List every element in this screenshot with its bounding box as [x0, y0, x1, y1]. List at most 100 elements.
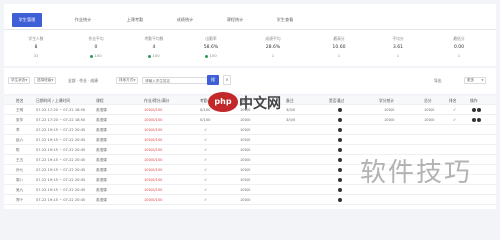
row-name: 郑十: [16, 198, 24, 202]
row-time: 07-22 19:15 ~ 07-22 20:45: [36, 198, 86, 202]
row-time: 07-22 19:15 ~ 07-22 20:45: [36, 128, 86, 132]
table-row[interactable]: 张华 07-22 17:20 ~ 07-22 18:50 英语课 100/0/1…: [4, 115, 496, 125]
row-time: 07-22 19:15 ~ 07-22 20:45: [36, 168, 86, 172]
stat-label: 作业平均: [88, 36, 104, 41]
type-filter[interactable]: 全部 · 作业 · 成绩: [68, 77, 98, 84]
search-input[interactable]: [142, 77, 208, 84]
row-grade: 100/0: [240, 158, 251, 162]
stat-sub-value: 100: [209, 53, 217, 58]
stat-value: 0.00: [453, 45, 465, 50]
stat-card: 出勤率 58.6% 100: [186, 36, 236, 58]
row-score: 100/0/100: [144, 168, 163, 172]
stat-label: 最低分: [453, 36, 465, 41]
row-actions: [472, 115, 482, 125]
more-select[interactable]: 更多 ▼: [464, 77, 486, 84]
stat-sub: 1: [271, 53, 275, 58]
stat-value: 10.60: [332, 45, 346, 50]
php-logo: php: [208, 92, 238, 112]
tab-courses[interactable]: 课程统计: [220, 13, 250, 27]
tab-homework[interactable]: 作业统计: [68, 13, 98, 27]
row-name: 王明: [16, 108, 24, 112]
row-time: 07-22 19:15 ~ 07-22 20:45: [36, 138, 86, 142]
row-name: 陈: [16, 148, 20, 152]
stat-sub: 31: [33, 53, 39, 58]
class-select[interactable]: 选择班级 ▼: [34, 77, 56, 84]
delete-icon[interactable]: [477, 108, 482, 112]
stat-label: 考勤平均数: [144, 36, 164, 41]
stat-sub: 100: [129, 53, 179, 58]
stat-card: 作业平均 0 100: [71, 36, 121, 58]
row-name: 李: [16, 128, 20, 132]
row-pass: [338, 195, 342, 205]
stat-value: 3.61: [392, 45, 404, 50]
col-actions: 操作: [470, 98, 478, 103]
edit-icon[interactable]: [472, 118, 476, 122]
edit-icon[interactable]: [472, 108, 476, 112]
row-actions: [472, 105, 482, 115]
row-time: 07-22 19:15 ~ 07-22 20:45: [36, 178, 86, 182]
check-circle-icon: [338, 128, 342, 132]
row-time: 07-22 17:20 ~ 07-22 18:50: [36, 108, 86, 112]
col-score: 作业/得分/满分: [144, 98, 170, 103]
status-select[interactable]: 学生状态 ▼: [8, 77, 30, 84]
table-row[interactable]: 李 07-22 19:15 ~ 07-22 20:45 英语课 100/0/10…: [4, 125, 496, 135]
row-credits: 100/0: [384, 118, 395, 122]
col-time: 日期时间 / 上课时间: [36, 98, 71, 103]
row-course: 英语课: [96, 128, 107, 132]
table-row[interactable]: 郑十 07-22 19:15 ~ 07-22 20:45 英语课 100/0/1…: [4, 195, 496, 205]
row-attendance-check: ✓: [204, 137, 208, 142]
tab-attendance[interactable]: 上课考勤: [120, 13, 150, 27]
row-score: 100/0/100: [144, 148, 163, 152]
row-course: 英语课: [96, 108, 107, 112]
row-time: 07-22 19:15 ~ 07-22 20:45: [36, 148, 86, 152]
stat-sub-value: 100: [94, 53, 102, 58]
row-score: 100/0/100: [144, 118, 163, 122]
row-total: 100/0: [424, 118, 435, 122]
tab-view[interactable]: 学生查看: [270, 13, 300, 27]
row-attendance-check: ✓: [204, 157, 208, 162]
reset-button[interactable]: ×: [223, 75, 231, 85]
more-select-value: 更多: [467, 78, 475, 82]
row-score: 100/0/100: [144, 158, 163, 162]
row-name: 王五: [16, 158, 24, 162]
stat-sub-value: 100: [152, 53, 160, 58]
tab-bar: 学生管理 作业统计 上课考勤 成绩统计 课程统计 学生查看: [4, 4, 496, 30]
tab-grades[interactable]: 成绩统计: [170, 13, 200, 27]
stat-label: 出勤率: [205, 36, 217, 41]
row-attendance: 0/100: [200, 118, 211, 122]
delete-icon[interactable]: [477, 118, 482, 122]
col-course: 课程: [96, 98, 104, 103]
stat-label: 学生人数: [28, 36, 44, 41]
row-name: 孙七: [16, 168, 24, 172]
stat-sub: 1: [457, 53, 461, 58]
row-score: 100/0/100: [144, 128, 163, 132]
site-watermark: 软件技巧: [360, 158, 473, 188]
row-score: 100/0/100: [144, 138, 163, 142]
row-grade: 100/0: [240, 128, 251, 132]
check-circle-icon: [338, 118, 342, 122]
stat-card: 最高分 10.60 1: [314, 36, 364, 58]
row-credits: 100/0: [384, 108, 395, 112]
check-circle-icon: [338, 148, 342, 152]
sort-select[interactable]: 排序方式 ▼: [116, 77, 138, 84]
row-grade: 100/0: [240, 168, 251, 172]
table-row[interactable]: 赵六 07-22 19:15 ~ 07-22 20:45 英语课 100/0/1…: [4, 135, 496, 145]
export-button[interactable]: 导出: [434, 77, 442, 84]
row-pass: [338, 125, 342, 135]
stat-label: 平均分: [392, 36, 404, 41]
tab-students[interactable]: 学生管理: [12, 13, 42, 27]
row-time: 07-22 17:20 ~ 07-22 18:50: [36, 118, 86, 122]
search-button[interactable]: 搜: [207, 75, 219, 85]
stat-card: 平均分 3.61 1: [373, 36, 423, 58]
stat-label: 成绩平均: [265, 36, 281, 41]
row-pass: [338, 115, 342, 125]
col-note: 备注: [286, 98, 294, 103]
stat-value: 28.6%: [265, 45, 281, 50]
row-course: 英语课: [96, 148, 107, 152]
stat-value: 0: [94, 45, 98, 50]
row-grade: 100/0: [240, 188, 251, 192]
stat-label: 最高分: [333, 36, 345, 41]
row-grade: 100/0: [240, 138, 251, 142]
row-grade: 100/0: [240, 178, 251, 182]
row-course: 英语课: [96, 138, 107, 142]
